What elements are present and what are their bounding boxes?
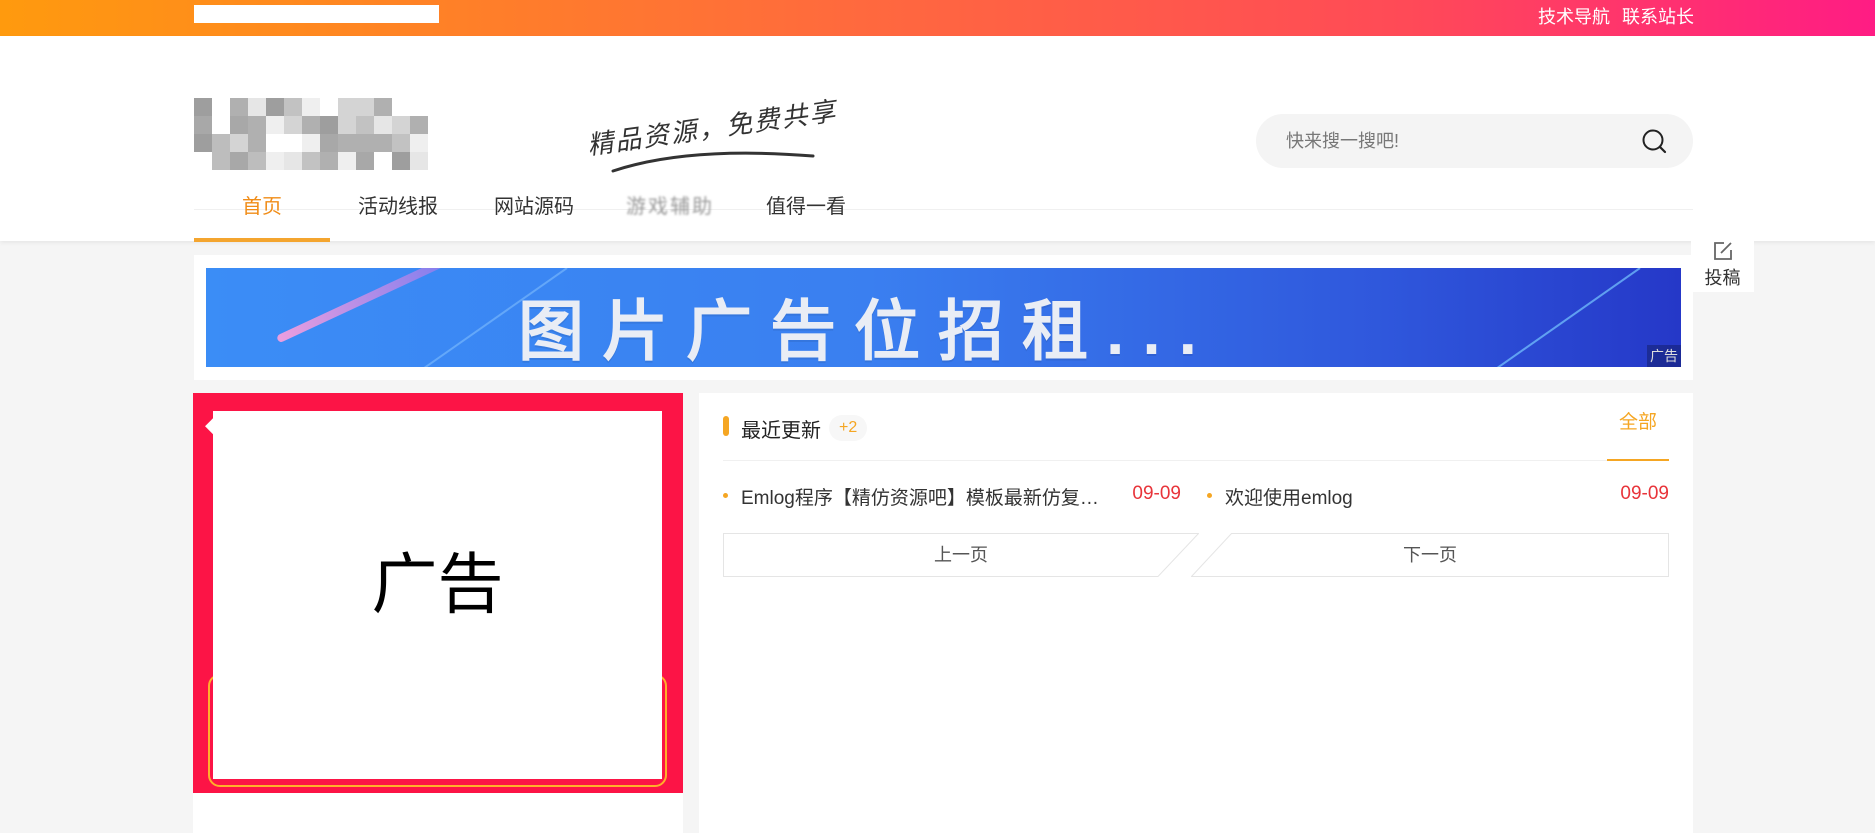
logo-mosaic-cell	[302, 134, 320, 152]
logo-mosaic-cell	[302, 116, 320, 134]
logo-mosaic-cell	[410, 116, 428, 134]
logo-mosaic-cell	[374, 98, 392, 116]
logo-mosaic-cell	[320, 152, 338, 170]
logo-mosaic-cell	[284, 116, 302, 134]
list-item[interactable]: Emlog程序【精仿资源吧】模板最新仿复版【... 09-09	[723, 483, 1181, 509]
logo-mosaic-cell	[194, 116, 212, 134]
logo-mosaic-cell	[266, 116, 284, 134]
logo-mosaic-cell	[374, 134, 392, 152]
logo-mosaic-cell	[338, 152, 356, 170]
recent-updates-header: 最近更新 +2 全部	[723, 393, 1669, 461]
next-page-label: 下一页	[1403, 545, 1457, 565]
slogan-brush-stroke	[611, 151, 815, 173]
nav-item-source-code[interactable]: 网站源码	[466, 174, 602, 241]
tab-all[interactable]: 全部	[1607, 393, 1669, 461]
main-nav: 首页 活动线报 网站源码 游戏辅助 值得一看	[194, 174, 874, 242]
nav-item-label: 值得一看	[766, 196, 846, 218]
nav-item-deals[interactable]: 活动线报	[330, 174, 466, 241]
logo-mosaic-cell	[194, 134, 212, 152]
top-bar: 技术导航 联系站长	[0, 0, 1875, 36]
edit-icon	[1713, 242, 1732, 260]
logo-mosaic-cell	[230, 98, 248, 116]
logo-mosaic-cell	[392, 152, 410, 170]
nav-item-label: 游戏辅助	[626, 196, 714, 218]
logo-mosaic-cell	[338, 98, 356, 116]
submit-post-label: 投稿	[1704, 268, 1741, 288]
nav-item-label: 活动线报	[358, 196, 438, 218]
nav-item-game-tools[interactable]: 游戏辅助	[602, 174, 738, 241]
logo-mosaic-cell	[230, 116, 248, 134]
logo-mosaic-cell	[338, 134, 356, 152]
logo-mosaic-cell	[302, 98, 320, 116]
post-date: 09-09	[1620, 483, 1669, 504]
logo-mosaic-cell	[410, 152, 428, 170]
post-title[interactable]: Emlog程序【精仿资源吧】模板最新仿复版【...	[741, 483, 1113, 510]
logo-mosaic-cell	[320, 134, 338, 152]
logo-mosaic-cell	[410, 134, 428, 152]
logo-mosaic-cell	[338, 116, 356, 134]
next-page-button[interactable]: 下一页	[1191, 533, 1669, 577]
banner-ad-text: 图片广告位招租...	[518, 294, 1216, 367]
logo-mosaic-cell	[248, 134, 266, 152]
slogan-image: 精品资源，免费共享	[580, 96, 839, 186]
bullet-dot	[1207, 493, 1212, 498]
section-accent-bar	[723, 416, 729, 436]
logo-mosaic-cell	[248, 152, 266, 170]
banner-ad[interactable]: 图片广告位招租... 广告	[206, 268, 1681, 367]
new-count-badge: +2	[829, 415, 868, 441]
banner-ad-tag: 广告	[1647, 345, 1681, 367]
logo-mosaic-cell	[320, 116, 338, 134]
logo-mosaic-cell	[392, 134, 410, 152]
banner-decoration	[1483, 268, 1641, 367]
post-title[interactable]: 欢迎使用emlog	[1225, 483, 1605, 510]
logo-mosaic-cell	[284, 98, 302, 116]
logo-mosaic-cell	[212, 152, 230, 170]
logo-mosaic-cell	[392, 116, 410, 134]
search-box	[1256, 114, 1693, 168]
left-ad-placeholder: 广告	[213, 411, 662, 779]
logo-mosaic-cell	[356, 134, 374, 152]
prev-page-label: 上一页	[934, 545, 988, 565]
logo-mosaic-cell	[248, 98, 266, 116]
nav-item-home[interactable]: 首页	[194, 174, 330, 242]
bullet-dot	[723, 493, 728, 498]
top-bar-placeholder	[194, 5, 439, 23]
logo-mosaic-cell	[248, 116, 266, 134]
banner-ad-container: 图片广告位招租... 广告	[194, 255, 1693, 380]
banner-decoration	[276, 268, 488, 344]
left-ad-label: 广告	[371, 546, 504, 623]
logo-mosaic-cell	[356, 116, 374, 134]
left-ad[interactable]: ◆ 广告	[193, 393, 683, 793]
site-logo[interactable]	[194, 98, 434, 170]
logo-mosaic-cell	[374, 116, 392, 134]
logo-mosaic-cell	[212, 134, 230, 152]
search-input[interactable]	[1286, 126, 1616, 156]
submit-post-button[interactable]: 投稿	[1691, 232, 1754, 292]
logo-mosaic-cell	[230, 134, 248, 152]
search-icon[interactable]	[1641, 128, 1667, 154]
post-date: 09-09	[1132, 483, 1181, 504]
list-item[interactable]: 欢迎使用emlog 09-09	[1207, 483, 1669, 509]
nav-item-label: 首页	[242, 196, 282, 218]
prev-page-button[interactable]: 上一页	[723, 533, 1199, 577]
section-title: 最近更新	[741, 420, 821, 442]
logo-mosaic-cell	[266, 152, 284, 170]
logo-mosaic-cell	[356, 98, 374, 116]
nav-item-label: 网站源码	[494, 196, 574, 218]
logo-mosaic-cell	[284, 152, 302, 170]
logo-mosaic-cell	[302, 152, 320, 170]
logo-mosaic-cell	[230, 152, 248, 170]
top-link-tech-nav[interactable]: 技术导航	[1538, 3, 1610, 29]
logo-mosaic-cell	[356, 152, 374, 170]
top-links: 技术导航 联系站长	[1538, 3, 1694, 29]
nav-item-worth-seeing[interactable]: 值得一看	[738, 174, 874, 241]
left-ad-card: ◆ 广告	[193, 393, 683, 833]
recent-updates-panel: 最近更新 +2 全部 Emlog程序【精仿资源吧】模板最新仿复版【... 09-…	[699, 393, 1693, 833]
logo-mosaic-cell	[266, 98, 284, 116]
logo-mosaic-cell	[194, 98, 212, 116]
top-link-contact[interactable]: 联系站长	[1622, 3, 1694, 29]
